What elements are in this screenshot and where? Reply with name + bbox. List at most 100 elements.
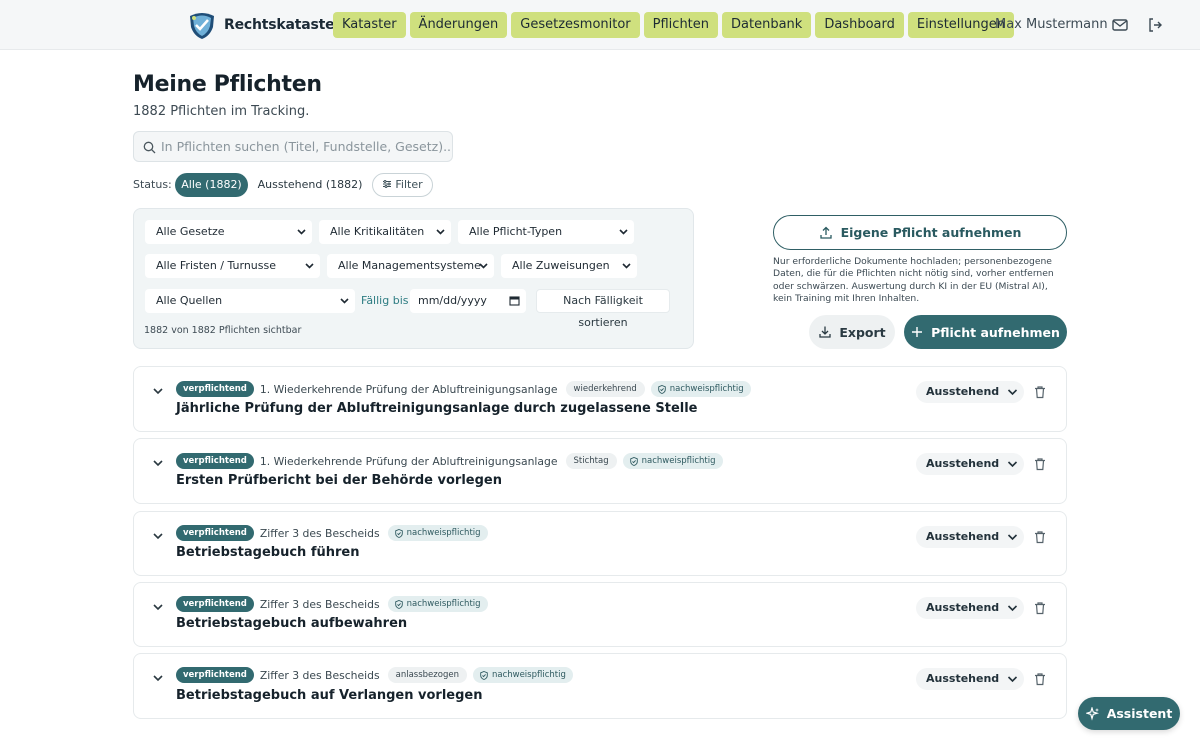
- obligation-title[interactable]: Jährliche Prüfung der Abluftreinigungsan…: [176, 401, 698, 416]
- obligation-meta: verpflichtend 1. Wiederkehrende Prüfung …: [176, 381, 751, 397]
- chevron-down-icon: [1007, 676, 1018, 683]
- shield-check-icon: [658, 384, 666, 394]
- kritikalitaet-select[interactable]: Alle Kritikalitäten: [319, 220, 451, 244]
- pflicht-aufnehmen-button[interactable]: Pflicht aufnehmen: [904, 315, 1067, 349]
- export-button[interactable]: Export: [809, 315, 895, 349]
- shield-check-icon: [629, 456, 638, 466]
- eigene-pflicht-label: Eigene Pflicht aufnehmen: [840, 225, 1022, 240]
- trash-icon[interactable]: [1033, 601, 1047, 615]
- date-placeholder: mm/dd/yyyy: [418, 294, 487, 307]
- calendar-icon[interactable]: [509, 295, 520, 306]
- plus-icon: [912, 327, 923, 337]
- pflicht-typ-select[interactable]: Alle Pflicht-Typen: [458, 220, 634, 244]
- obligation-tag: anlassbezogen: [387, 667, 467, 683]
- zuweisung-select[interactable]: Alle Zuweisungen: [501, 254, 637, 278]
- app-logo[interactable]: Rechtskataster: [186, 10, 341, 40]
- status-label: Status:: [133, 178, 172, 191]
- obligation-meta: verpflichtend Ziffer 3 des Bescheids anl…: [176, 667, 573, 683]
- chevron-down-icon[interactable]: [151, 529, 165, 543]
- chevron-down-icon[interactable]: [151, 600, 165, 614]
- gesetze-select-value: Alle Gesetze: [156, 225, 225, 238]
- trash-icon[interactable]: [1033, 385, 1047, 399]
- evidence-tag: nachweispflichtig: [472, 667, 573, 683]
- pflicht-aufnehmen-label: Pflicht aufnehmen: [931, 324, 1060, 340]
- chevron-down-icon[interactable]: [151, 384, 165, 398]
- gesetze-select[interactable]: Alle Gesetze: [145, 220, 312, 244]
- nav-datenbank[interactable]: Datenbank: [722, 12, 812, 38]
- assistant-label: Assistent: [1106, 706, 1173, 721]
- eigene-pflicht-button[interactable]: Eigene Pflicht aufnehmen: [773, 215, 1067, 250]
- obligation-status-select[interactable]: Ausstehend: [916, 668, 1024, 690]
- export-label: Export: [839, 324, 886, 340]
- obligation-status: Ausstehend: [926, 385, 1000, 398]
- obligation-meta: verpflichtend Ziffer 3 des Bescheids nac…: [176, 525, 488, 541]
- obligation-status-select[interactable]: Ausstehend: [916, 453, 1024, 475]
- nav-pflichten[interactable]: Pflichten: [643, 12, 719, 38]
- trash-icon[interactable]: [1033, 672, 1047, 686]
- nav-gesetzesmonitor[interactable]: Gesetzesmonitor: [511, 12, 640, 38]
- obligation-status-select[interactable]: Ausstehend: [916, 597, 1024, 619]
- chevron-down-icon: [305, 263, 314, 269]
- obligation-meta: verpflichtend Ziffer 3 des Bescheids nac…: [176, 596, 488, 612]
- evidence-label: nachweispflichtig: [406, 599, 481, 609]
- sort-by-due-button[interactable]: Nach Fälligkeit sortieren: [536, 289, 670, 329]
- upload-privacy-note: Nur erforderliche Dokumente hochladen; p…: [773, 256, 1054, 304]
- filter-label: Filter: [395, 178, 423, 191]
- chevron-down-icon: [479, 263, 488, 269]
- evidence-label: nachweispflichtig: [669, 384, 744, 394]
- main-nav: Kataster Änderungen Gesetzesmonitor Pfli…: [333, 12, 1014, 38]
- nav-aenderungen[interactable]: Änderungen: [409, 12, 508, 38]
- logout-icon[interactable]: [1146, 16, 1164, 34]
- assistant-button[interactable]: Assistent: [1078, 697, 1180, 730]
- obligation-source: Ziffer 3 des Bescheids: [259, 668, 380, 682]
- filter-button[interactable]: Filter: [372, 173, 433, 197]
- quellen-select-value: Alle Quellen: [156, 294, 223, 307]
- obligation-badge: verpflichtend: [176, 667, 254, 683]
- mail-icon[interactable]: [1111, 16, 1129, 34]
- sliders-icon: [383, 180, 392, 188]
- shield-check-icon: [394, 599, 403, 609]
- faellig-bis-label: Fällig bis: [361, 294, 409, 307]
- status-pending-pill[interactable]: Ausstehend (1882): [256, 173, 364, 197]
- sparkle-icon: [1085, 706, 1099, 721]
- nav-kataster[interactable]: Kataster: [333, 12, 406, 38]
- obligation-card: verpflichtend 1. Wiederkehrende Prüfung …: [133, 366, 1067, 432]
- obligation-status-select[interactable]: Ausstehend: [916, 526, 1024, 548]
- obligation-title[interactable]: Betriebstagebuch auf Verlangen vorlegen: [176, 688, 482, 703]
- download-icon: [819, 326, 832, 338]
- fristen-select-value: Alle Fristen / Turnusse: [156, 259, 277, 272]
- status-all-pill[interactable]: Alle (1882): [175, 173, 248, 197]
- chevron-down-icon: [619, 229, 628, 235]
- obligation-card: verpflichtend Ziffer 3 des Bescheids nac…: [133, 582, 1067, 647]
- logo-shield-icon: [190, 13, 214, 39]
- nav-dashboard[interactable]: Dashboard: [815, 12, 904, 38]
- obligation-badge: verpflichtend: [176, 453, 254, 469]
- app-name: Rechtskataster: [224, 17, 342, 33]
- obligation-title[interactable]: Ersten Prüfbericht bei der Behörde vorle…: [176, 473, 502, 488]
- trash-icon[interactable]: [1033, 530, 1047, 544]
- search-input[interactable]: [161, 132, 451, 161]
- user-name[interactable]: Max Mustermann: [995, 17, 1108, 32]
- obligation-tag: Stichtag: [565, 453, 617, 469]
- obligation-title[interactable]: Betriebstagebuch führen: [176, 545, 359, 560]
- search-icon: [143, 141, 156, 154]
- fristen-select[interactable]: Alle Fristen / Turnusse: [145, 254, 320, 278]
- faellig-date-input[interactable]: mm/dd/yyyy: [410, 289, 526, 313]
- evidence-tag: nachweispflichtig: [387, 596, 488, 612]
- chevron-down-icon: [340, 298, 349, 304]
- managementsystem-select[interactable]: Alle Managementsysteme: [327, 254, 494, 278]
- chevron-down-icon: [1007, 534, 1018, 541]
- quellen-select[interactable]: Alle Quellen: [145, 289, 355, 313]
- trash-icon[interactable]: [1033, 457, 1047, 471]
- obligation-tag: wiederkehrend: [565, 381, 645, 397]
- obligation-status-select[interactable]: Ausstehend: [916, 381, 1024, 403]
- chevron-down-icon: [622, 263, 631, 269]
- page-subtitle: 1882 Pflichten im Tracking.: [133, 104, 310, 119]
- chevron-down-icon[interactable]: [151, 671, 165, 685]
- evidence-label: nachweispflichtig: [491, 670, 566, 680]
- pflicht-typ-select-value: Alle Pflicht-Typen: [469, 225, 563, 238]
- obligation-card: verpflichtend 1. Wiederkehrende Prüfung …: [133, 438, 1067, 504]
- obligation-source: 1. Wiederkehrende Prüfung der Abluftrein…: [259, 382, 558, 396]
- obligation-title[interactable]: Betriebstagebuch aufbewahren: [176, 616, 407, 631]
- chevron-down-icon[interactable]: [151, 456, 165, 470]
